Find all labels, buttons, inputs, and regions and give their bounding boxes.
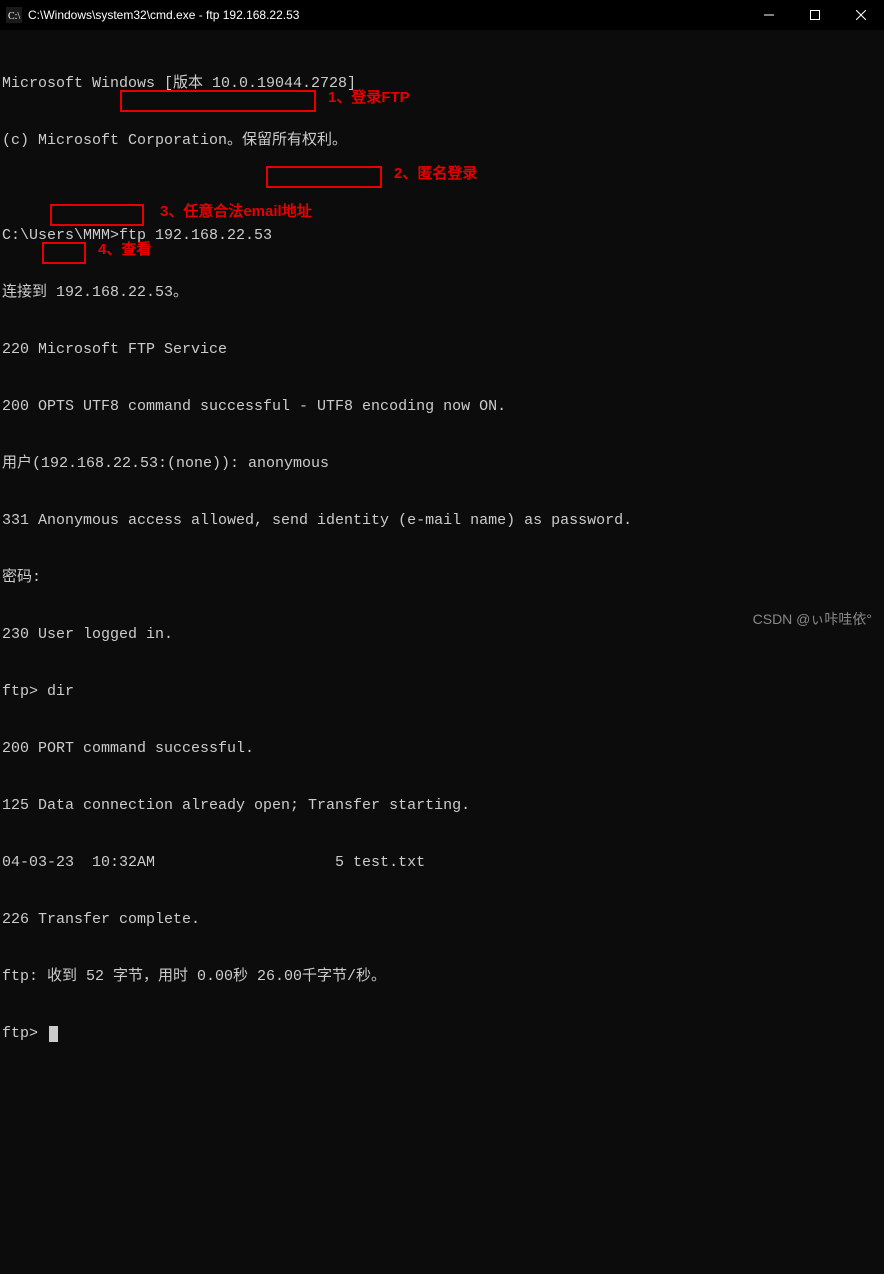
close-button[interactable] bbox=[838, 0, 884, 30]
watermark-text: CSDN @ぃ咔哇依° bbox=[753, 609, 872, 629]
annotation-box-3 bbox=[50, 204, 144, 226]
window-titlebar: C:\ C:\Windows\system32\cmd.exe - ftp 19… bbox=[0, 0, 884, 30]
maximize-button[interactable] bbox=[792, 0, 838, 30]
terminal-line: 200 OPTS UTF8 command successful - UTF8 … bbox=[2, 397, 882, 416]
svg-text:C:\: C:\ bbox=[8, 11, 20, 22]
prompt-text: ftp> bbox=[2, 1025, 47, 1042]
window-controls bbox=[746, 0, 884, 30]
annotation-label-4: 4、查看 bbox=[98, 240, 151, 259]
terminal-line: 220 Microsoft FTP Service bbox=[2, 340, 882, 359]
terminal-line: 密码: bbox=[2, 568, 882, 587]
terminal-output[interactable]: Microsoft Windows [版本 10.0.19044.2728] (… bbox=[0, 30, 884, 1274]
terminal-line: 用户(192.168.22.53:(none)): anonymous bbox=[2, 454, 882, 473]
terminal-line: Microsoft Windows [版本 10.0.19044.2728] bbox=[2, 74, 882, 93]
annotation-label-1: 1、登录FTP bbox=[328, 88, 410, 107]
minimize-button[interactable] bbox=[746, 0, 792, 30]
terminal-line: 230 User logged in. bbox=[2, 625, 882, 644]
terminal-line: 226 Transfer complete. bbox=[2, 910, 882, 929]
window-title: C:\Windows\system32\cmd.exe - ftp 192.16… bbox=[28, 8, 746, 22]
cursor bbox=[49, 1026, 58, 1042]
terminal-line: 200 PORT command successful. bbox=[2, 739, 882, 758]
cmd-icon: C:\ bbox=[6, 7, 22, 23]
terminal-line: 331 Anonymous access allowed, send ident… bbox=[2, 511, 882, 530]
annotation-box-4 bbox=[42, 242, 86, 264]
annotation-box-1 bbox=[120, 90, 316, 112]
terminal-prompt: ftp> bbox=[2, 1024, 882, 1043]
terminal-line: 125 Data connection already open; Transf… bbox=[2, 796, 882, 815]
terminal-line: 04-03-23 10:32AM 5 test.txt bbox=[2, 853, 882, 872]
terminal-line: ftp> dir bbox=[2, 682, 882, 701]
annotation-label-2: 2、匿名登录 bbox=[394, 164, 477, 183]
terminal-line: ftp: 收到 52 字节，用时 0.00秒 26.00千字节/秒。 bbox=[2, 967, 882, 986]
terminal-line: 连接到 192.168.22.53。 bbox=[2, 283, 882, 302]
annotation-label-3: 3、任意合法email地址 bbox=[160, 202, 312, 221]
terminal-line: (c) Microsoft Corporation。保留所有权利。 bbox=[2, 131, 882, 150]
annotation-box-2 bbox=[266, 166, 382, 188]
